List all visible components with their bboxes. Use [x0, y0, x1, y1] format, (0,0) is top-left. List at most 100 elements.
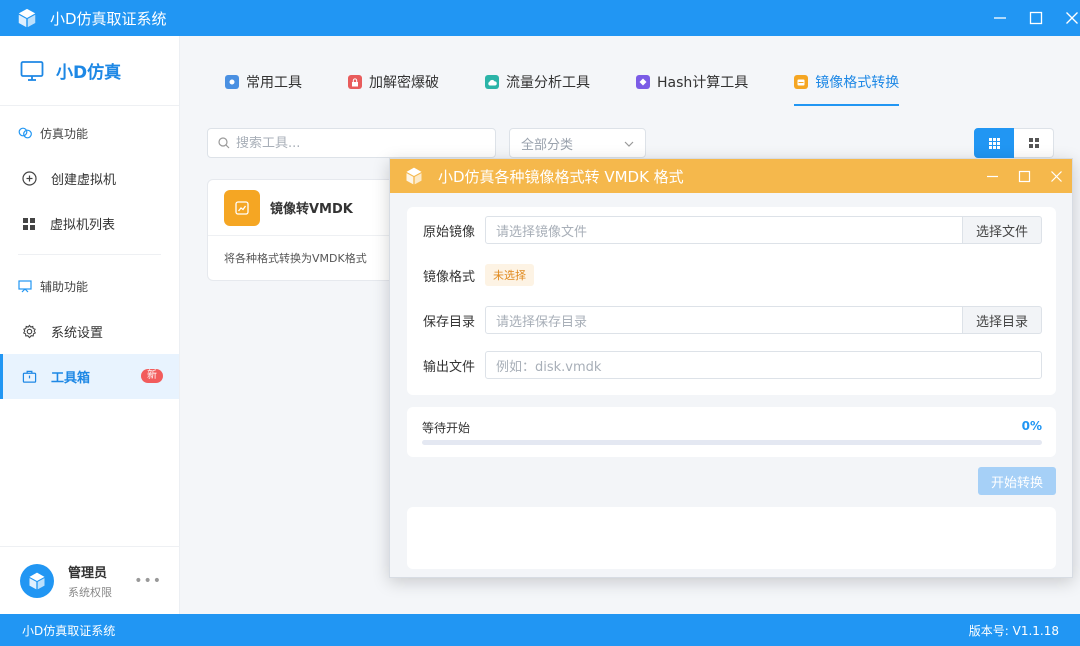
sidebar-item-label: 系统设置	[51, 326, 104, 341]
sidebar-item-label: 工具箱	[51, 371, 91, 386]
brand-name: 小D仿真	[56, 63, 122, 83]
output-file-input[interactable]: 例如：disk.vmdk	[485, 351, 1042, 379]
search-icon	[218, 137, 230, 149]
tab-label: 加解密爆破	[369, 75, 439, 91]
dialog-title: 小D仿真各种镜像格式转 VMDK 格式	[438, 167, 684, 186]
source-image-row: 原始镜像 请选择镜像文件 选择文件	[423, 216, 1042, 244]
dialog-maximize-button[interactable]	[1008, 159, 1040, 193]
brand: 小D仿真	[0, 36, 179, 106]
category-select[interactable]: 全部分类	[509, 128, 646, 158]
progress-percent: 0%	[1021, 419, 1042, 433]
gear-icon	[22, 324, 37, 339]
close-icon	[1066, 12, 1078, 24]
search-input[interactable]	[236, 135, 476, 151]
tab-crypto-crack[interactable]: 加解密爆破	[348, 72, 439, 106]
tab-common-tools[interactable]: 常用工具	[225, 72, 302, 106]
search-box[interactable]	[207, 128, 496, 158]
more-menu-button[interactable]: •••	[134, 573, 162, 589]
grid-icon	[23, 217, 35, 230]
sidebar-item-vm-list[interactable]: 虚拟机列表	[0, 201, 179, 246]
tab-label: 镜像格式转换	[815, 75, 900, 91]
presentation-icon	[18, 280, 32, 293]
source-image-input[interactable]: 请选择镜像文件	[485, 216, 963, 244]
form-panel: 原始镜像 请选择镜像文件 选择文件 镜像格式 未选择 保存目录 请选择保存目录 …	[407, 207, 1056, 395]
divider	[18, 254, 161, 255]
section-title: 仿真功能	[40, 126, 89, 141]
image-icon	[794, 75, 809, 89]
category-select-value: 全部分类	[521, 137, 574, 153]
convert-dialog: 小D仿真各种镜像格式转 VMDK 格式 原始镜像 请选择镜像文件 选择文件 镜像…	[389, 158, 1073, 578]
tab-hash-calc[interactable]: Hash计算工具	[636, 72, 748, 106]
sidebar-item-create-vm[interactable]: 创建虚拟机	[0, 156, 179, 201]
plus-circle-icon	[22, 171, 37, 186]
user-panel: 管理员 系统权限 •••	[0, 546, 180, 614]
user-role: 系统权限	[68, 585, 112, 599]
start-convert-button[interactable]: 开始转换	[978, 467, 1056, 495]
image-format-label: 镜像格式	[423, 269, 476, 285]
card-title: 镜像转VMDK	[270, 202, 353, 217]
tool-card-vmdk[interactable]: 镜像转VMDK 将各种格式转换为VMDK格式	[207, 179, 407, 281]
chat-bubbles-icon	[18, 127, 32, 139]
card-description: 将各种格式转换为VMDK格式	[224, 252, 367, 265]
dialog-close-button[interactable]	[1040, 159, 1072, 193]
save-dir-label: 保存目录	[423, 314, 476, 330]
monitor-icon	[20, 60, 44, 81]
maximize-icon	[1018, 170, 1030, 182]
source-image-label: 原始镜像	[423, 224, 476, 240]
save-dir-row: 保存目录 请选择保存目录 选择目录	[423, 306, 1042, 334]
window-title: 小D仿真取证系统	[50, 9, 167, 28]
status-app-name: 小D仿真取证系统	[22, 623, 116, 638]
sidebar-item-label: 虚拟机列表	[50, 218, 116, 233]
tab-label: 流量分析工具	[506, 75, 590, 91]
section-auxiliary: 辅助功能	[0, 263, 179, 309]
close-button[interactable]	[1054, 0, 1080, 36]
section-simulation: 仿真功能	[0, 110, 179, 156]
progress-bar	[422, 440, 1042, 445]
dialog-titlebar: 小D仿真各种镜像格式转 VMDK 格式	[390, 159, 1072, 193]
close-icon	[1050, 170, 1062, 182]
format-status-tag: 未选择	[485, 264, 534, 286]
toolbox-icon	[22, 370, 37, 383]
app-titlebar: 小D仿真取证系统	[0, 0, 1080, 36]
tab-label: Hash计算工具	[657, 75, 749, 91]
tab-image-convert[interactable]: 镜像格式转换	[794, 72, 900, 106]
progress-panel: 等待开始 0%	[407, 407, 1056, 457]
maximize-button[interactable]	[1018, 0, 1054, 36]
sidebar-item-settings[interactable]: 系统设置	[0, 309, 179, 354]
version-label: 版本号: V1.1.18	[968, 623, 1059, 638]
avatar	[20, 563, 54, 598]
save-dir-input[interactable]: 请选择保存目录	[485, 306, 963, 334]
cube-avatar-icon	[29, 572, 45, 589]
select-dir-button[interactable]: 选择目录	[963, 306, 1042, 334]
lock-icon	[348, 75, 362, 89]
cloud-icon	[485, 75, 499, 89]
user-name: 管理员	[68, 565, 108, 581]
chart-trend-icon	[224, 189, 260, 226]
output-file-row: 输出文件 例如：disk.vmdk	[423, 351, 1042, 379]
log-panel	[407, 507, 1056, 569]
select-file-button[interactable]: 选择文件	[963, 216, 1042, 244]
section-title: 辅助功能	[40, 279, 89, 294]
minimize-icon	[994, 17, 1006, 19]
dialog-minimize-button[interactable]	[976, 159, 1008, 193]
grid-view-button[interactable]	[974, 128, 1014, 158]
minimize-icon	[986, 175, 998, 177]
view-toggle	[974, 128, 1054, 158]
tab-traffic-analysis[interactable]: 流量分析工具	[485, 72, 590, 106]
status-bar: 小D仿真取证系统 版本号: V1.1.18	[0, 614, 1080, 646]
list-view-button[interactable]	[1014, 128, 1054, 158]
cube-logo-icon	[406, 167, 422, 185]
cube-logo-icon	[18, 8, 36, 28]
grid-small-icon	[1028, 138, 1039, 148]
sidebar: 小D仿真 仿真功能 创建虚拟机 虚拟机列表 辅助功能 系统设置 工具箱 新 管理…	[0, 36, 180, 614]
grid-large-icon	[988, 137, 1000, 149]
sidebar-item-toolbox[interactable]: 工具箱 新	[0, 354, 179, 399]
maximize-icon	[1029, 11, 1043, 25]
minimize-button[interactable]	[982, 0, 1018, 36]
tab-label: 常用工具	[246, 75, 302, 91]
output-file-label: 输出文件	[423, 359, 476, 375]
new-badge: 新	[141, 369, 163, 383]
tab-bar: 常用工具 加解密爆破 流量分析工具 Hash计算工具 镜像格式转换	[225, 72, 945, 106]
progress-status: 等待开始	[422, 421, 471, 435]
sidebar-item-label: 创建虚拟机	[51, 173, 117, 188]
